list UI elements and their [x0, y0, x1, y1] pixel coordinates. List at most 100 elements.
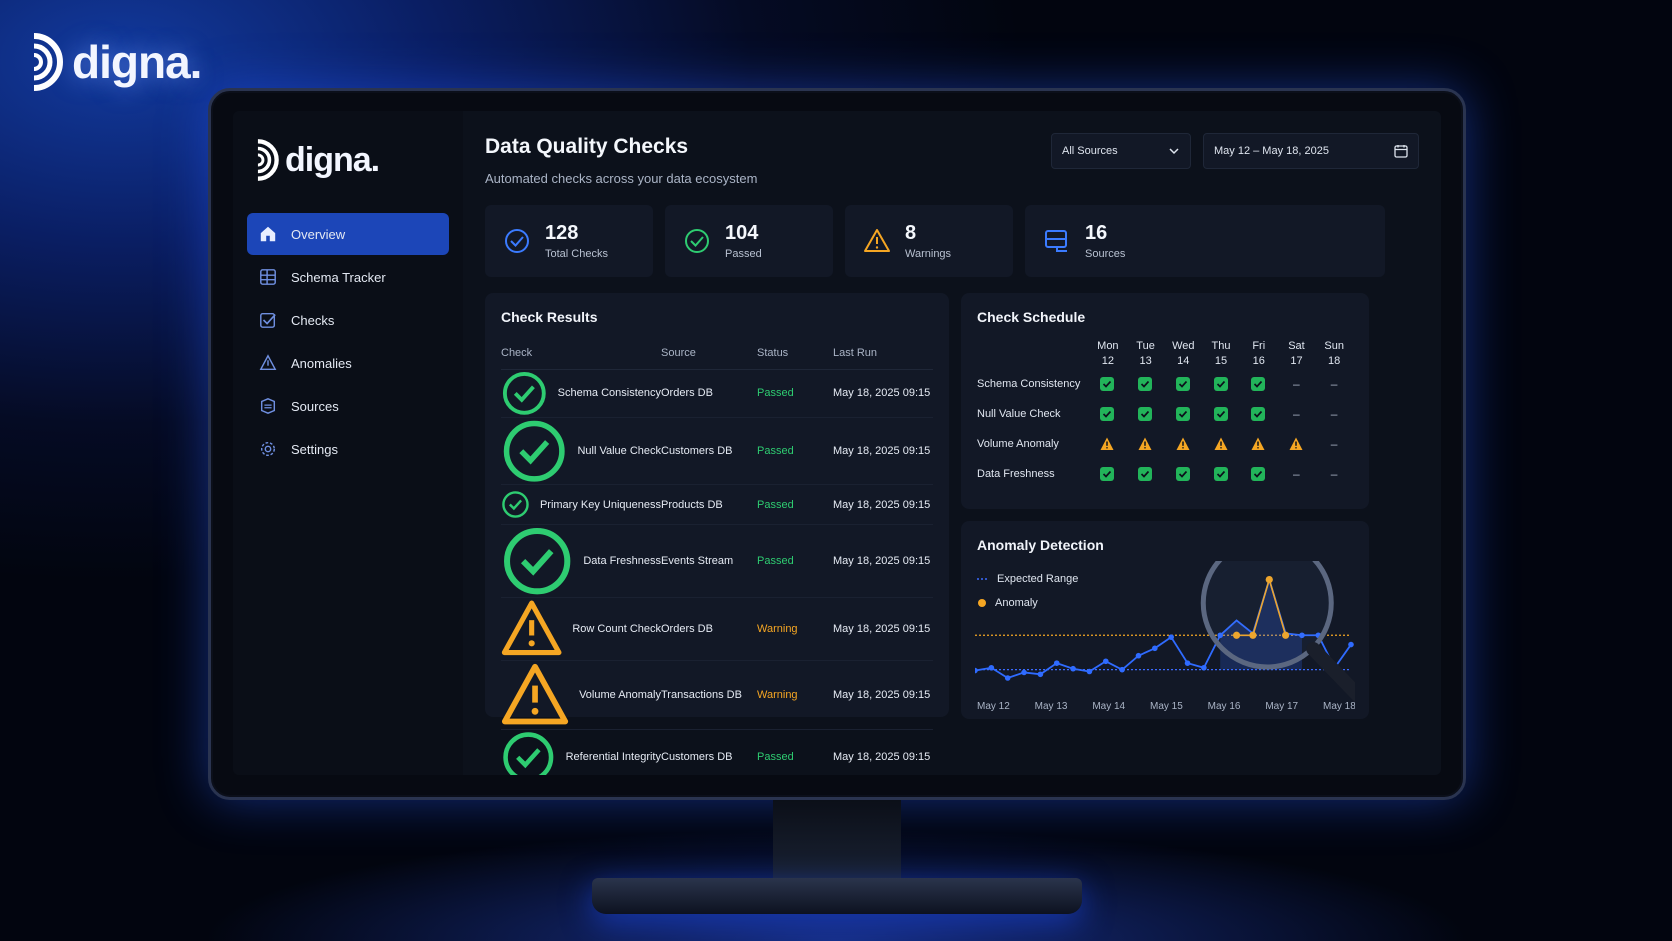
schedule-cell-passed[interactable] [1126, 467, 1164, 481]
check-square-icon [1175, 377, 1190, 391]
schedule-day-header: Thu 15 [1202, 339, 1240, 369]
date-range-picker[interactable]: May 12 – May 18, 2025 [1203, 133, 1419, 169]
anomaly-detection-panel: Anomaly Detection Expected Range Anomaly [961, 521, 1369, 719]
panel-title: Check Schedule [977, 309, 1086, 325]
schedule-cell-passed[interactable] [1088, 407, 1126, 421]
schedule-cell-passed[interactable] [1240, 467, 1278, 481]
sidebar-item-checks[interactable]: Checks [247, 299, 449, 341]
digna-logo-mark-icon [257, 139, 279, 181]
day-date: 13 [1139, 355, 1152, 367]
check-square-icon [1138, 407, 1153, 421]
column-header-check[interactable]: Check [501, 347, 661, 370]
check-schedule-panel: Check Schedule Mon 12 Tue 13 Wed 14 Thu 15 Fri 16… [961, 293, 1369, 509]
x-tick-label: May 16 [1208, 701, 1241, 711]
last-run-cell: May 18, 2025 09:15 [833, 729, 933, 775]
source-cell: Products DB [661, 484, 757, 526]
sidebar-item-sources[interactable]: Sources [247, 385, 449, 427]
schedule-cell-warning[interactable] [1126, 437, 1164, 451]
schedule-cell-passed[interactable] [1088, 467, 1126, 481]
check-name: Primary Key Uniqueness [539, 498, 661, 511]
table-row[interactable]: Null Value Check Customers DB Passed May 18… [501, 417, 933, 486]
sidebar-item-anomalies[interactable]: Anomalies [247, 342, 449, 384]
sidebar-item-overview[interactable]: Overview [247, 213, 449, 255]
stat-card-total-checks[interactable]: 128 Total Checks [485, 205, 653, 277]
schedule-cell-empty: – [1315, 467, 1353, 481]
schedule-cell-warning[interactable] [1240, 437, 1278, 451]
schedule-cell-passed[interactable] [1202, 407, 1240, 421]
dash-text: – [1330, 407, 1338, 421]
check-name: Null Value Check [577, 444, 661, 457]
x-tick-label: May 13 [1035, 701, 1068, 711]
column-header-source[interactable]: Source [661, 347, 757, 370]
data-point [1201, 664, 1207, 671]
source-filter-select[interactable]: All Sources [1051, 133, 1191, 169]
anomaly-icon [259, 354, 277, 371]
schedule-cell-warning[interactable] [1202, 437, 1240, 451]
schedule-cell-warning[interactable] [1164, 437, 1202, 451]
check-square-icon [1100, 467, 1115, 481]
check-square-icon [1213, 407, 1228, 421]
table-row[interactable]: Volume Anomaly Transactions DB Warning May … [501, 660, 933, 730]
schedule-cell-empty: – [1315, 437, 1353, 451]
monitor: digna. Overview Schema Tracker Checks An… [208, 88, 1466, 800]
sidebar-item-schema-tracker[interactable]: Schema Tracker [247, 256, 449, 298]
stat-card-sources[interactable]: 16 Sources [1025, 205, 1385, 277]
data-point [1021, 669, 1027, 676]
data-point [1037, 671, 1044, 678]
page-title: Data Quality Checks [485, 135, 689, 158]
page-header: Data Quality Checks Automated checks acr… [485, 133, 1419, 205]
gear-icon [260, 441, 276, 457]
stat-card-passed[interactable]: 104 Passed [665, 205, 833, 277]
stat-label: Warnings [905, 248, 952, 260]
day-date: 17 [1290, 355, 1303, 367]
sidebar-item-label: Sources [291, 398, 339, 414]
schedule-cell-passed[interactable] [1126, 407, 1164, 421]
table-row[interactable]: Schema Consistency Orders DB Passed May 18,… [501, 369, 933, 418]
monitor-stand-base [592, 878, 1082, 914]
warning-icon [1214, 437, 1228, 450]
schedule-cell-passed[interactable] [1164, 377, 1202, 391]
warning-icon [1176, 437, 1190, 450]
check-results-table: Check Source Status Last Run Schema Cons… [501, 347, 933, 775]
schedule-row-label: Volume Anomaly [977, 438, 1059, 450]
column-header-last-run[interactable]: Last Run [833, 347, 933, 370]
magnifier-handle [1306, 642, 1355, 703]
schedule-cell-passed[interactable] [1202, 377, 1240, 391]
schedule-cell-passed[interactable] [1164, 407, 1202, 421]
sidebar-logo[interactable]: digna. [255, 137, 449, 183]
schedule-cell-warning[interactable] [1088, 437, 1126, 451]
anomaly-chart[interactable]: May 12 May 13 May 14 May 15 May 16 May 17 May … [975, 561, 1355, 711]
schedule-cell-empty: – [1277, 407, 1315, 421]
schedule-cell-passed[interactable] [1088, 377, 1126, 391]
app-screen: digna. Overview Schema Tracker Checks An… [233, 111, 1441, 775]
dash-text: – [1292, 467, 1300, 481]
day-name: Thu [1211, 340, 1231, 352]
table-row[interactable]: Data Freshness Events Stream Passed May 18,… [501, 524, 933, 599]
schedule-cell-passed[interactable] [1240, 407, 1278, 421]
table-row[interactable]: Row Count Check Orders DB Warning May 18, 2… [501, 597, 933, 661]
content-grid: Check Results Check Source Status Last R… [485, 293, 1419, 775]
status-cell: Passed [757, 417, 833, 486]
data-point [1053, 660, 1060, 666]
data-point [1119, 666, 1125, 673]
schedule-cell-passed[interactable] [1240, 377, 1278, 391]
schedule-cell-passed[interactable] [1164, 467, 1202, 481]
column-header-status[interactable]: Status [757, 347, 833, 370]
last-run-cell: May 18, 2025 09:15 [833, 369, 933, 418]
source-cell: Events Stream [661, 524, 757, 599]
stat-label: Passed [725, 248, 762, 260]
schedule-cell-passed[interactable] [1202, 467, 1240, 481]
check-circle-green-icon [685, 229, 709, 253]
sidebar-item-label: Overview [291, 226, 346, 242]
schedule-cell-passed[interactable] [1126, 377, 1164, 391]
check-name: Schema Consistency [557, 387, 661, 400]
table-row[interactable]: Primary Key Uniqueness Products DB Passed M… [501, 484, 933, 526]
stat-card-warnings[interactable]: 8 Warnings [845, 205, 1013, 277]
table-row[interactable]: Referential Integrity Customers DB Passed M… [501, 729, 933, 775]
dash-text: – [1292, 377, 1300, 391]
check-circle-icon [503, 732, 554, 775]
schedule-cell-warning[interactable] [1277, 437, 1315, 451]
check-square-icon [1251, 377, 1266, 391]
sidebar-item-settings[interactable]: Settings [247, 428, 449, 470]
panel-title: Anomaly Detection [977, 537, 1104, 553]
